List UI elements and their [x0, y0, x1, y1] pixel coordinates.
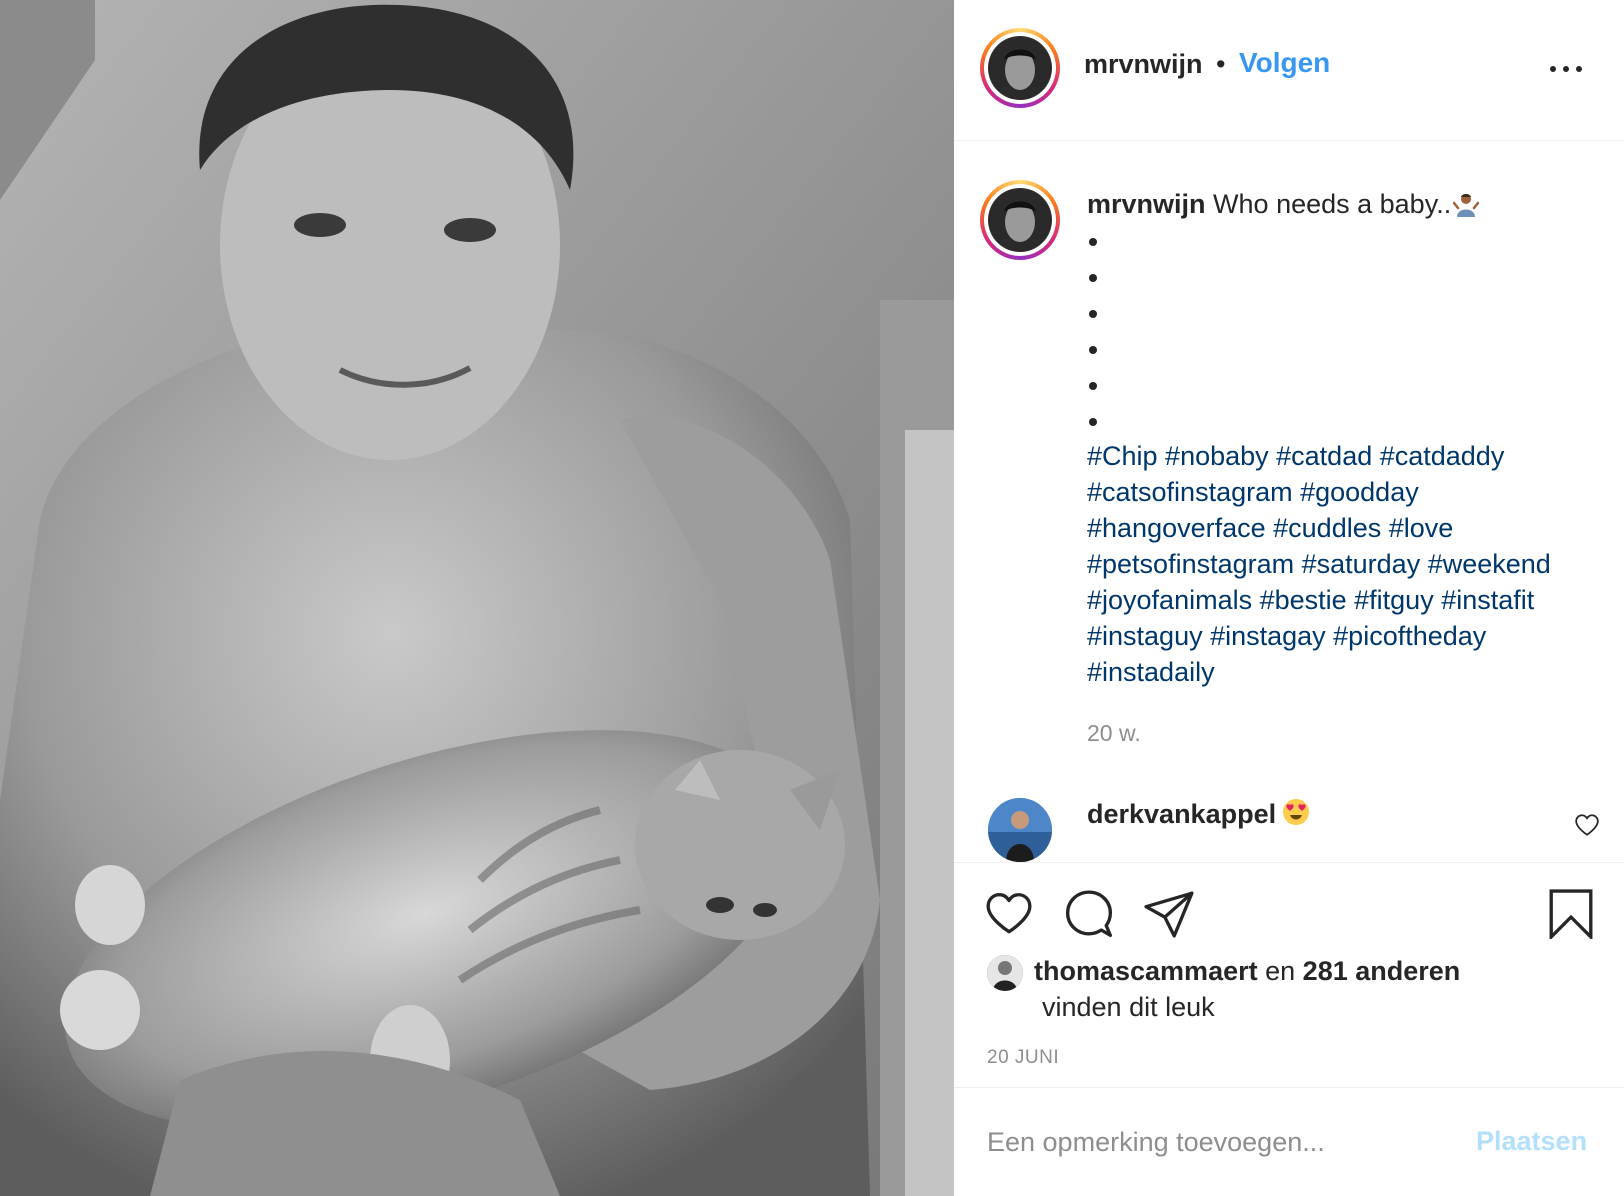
- post-side-panel: mrvnwijn • Volgen mrvnwijn Who needs a b…: [954, 0, 1624, 1196]
- like-heart-icon[interactable]: [984, 889, 1034, 939]
- follow-button[interactable]: Volgen: [1239, 47, 1330, 79]
- liker-username[interactable]: thomascammaert: [1034, 956, 1258, 986]
- liker-avatar[interactable]: [987, 955, 1023, 991]
- caption-bullet: [1087, 222, 1607, 258]
- commenter-avatar-picture: [988, 798, 1052, 862]
- likes-suffix: vinden dit leuk: [1042, 992, 1215, 1022]
- hashtag-line[interactable]: #catsofinstagram #goodday: [1087, 477, 1419, 507]
- liker-avatar-picture: [987, 955, 1023, 991]
- hashtag-line[interactable]: #hangoverface #cuddles #love: [1087, 513, 1453, 543]
- caption-username[interactable]: mrvnwijn: [1087, 189, 1206, 219]
- instagram-post: mrvnwijn • Volgen mrvnwijn Who needs a b…: [0, 0, 1624, 1196]
- heart-eyes-emoji-icon: [1283, 799, 1310, 825]
- likes-others-count[interactable]: 281 anderen: [1303, 956, 1461, 986]
- comments-section[interactable]: mrvnwijn Who needs a baby.. #Chip #nobab…: [954, 142, 1624, 862]
- caption-body: Who needs a baby..: [1213, 189, 1452, 219]
- comment-like-heart-icon[interactable]: [1574, 812, 1600, 838]
- caption-avatar-image: [984, 184, 1056, 256]
- separator-dot: •: [1216, 49, 1226, 79]
- caption-bullet: [1087, 330, 1607, 366]
- caption-bullet: [1087, 258, 1607, 294]
- share-paper-plane-icon[interactable]: [1144, 889, 1194, 939]
- caption-bullet: [1087, 402, 1607, 438]
- post-actions: thomascammaert en 281 anderen vinden dit…: [954, 862, 1624, 1087]
- post-photo-illustration: [0, 0, 954, 1196]
- caption-author-avatar[interactable]: [980, 180, 1060, 260]
- caption-avatar-picture: [988, 188, 1052, 252]
- add-comment-bar: Plaatsen: [954, 1087, 1624, 1196]
- comment-bubble-icon[interactable]: [1064, 889, 1114, 939]
- likes-connector: en: [1265, 956, 1296, 986]
- more-options-icon[interactable]: [1548, 52, 1588, 84]
- hashtag-line[interactable]: #petsofinstagram #saturday #weekend: [1087, 549, 1551, 579]
- hashtag-line[interactable]: #instadaily: [1087, 657, 1215, 687]
- hashtag-line[interactable]: #Chip #nobaby #catdad #catdaddy: [1087, 441, 1504, 471]
- commenter-username-text[interactable]: derkvankappel: [1087, 799, 1276, 829]
- hashtag-line[interactable]: #joyofanimals #bestie #fitguy #instafit: [1087, 585, 1534, 615]
- author-avatar-picture: [988, 36, 1052, 100]
- commenter-username: derkvankappel: [1087, 798, 1310, 830]
- person-shrugging-emoji-icon: [1453, 194, 1480, 217]
- hashtag-list: #Chip #nobaby #catdad #catdaddy #catsofi…: [1087, 438, 1607, 690]
- post-header: mrvnwijn • Volgen: [954, 0, 1624, 141]
- caption-bullet: [1087, 294, 1607, 330]
- caption-age[interactable]: 20 w.: [1087, 720, 1141, 747]
- post-date[interactable]: 20 JUNI: [987, 1047, 1059, 1069]
- comment-input[interactable]: [987, 1116, 1457, 1168]
- post-comment-button[interactable]: Plaatsen: [1476, 1126, 1587, 1157]
- author-username[interactable]: mrvnwijn: [1084, 49, 1203, 80]
- save-bookmark-icon[interactable]: [1546, 889, 1596, 939]
- post-caption: mrvnwijn Who needs a baby.. #Chip #nobab…: [1087, 186, 1607, 690]
- author-avatar-image: [984, 32, 1056, 104]
- hashtag-line[interactable]: #instaguy #instagay #picoftheday: [1087, 621, 1486, 651]
- caption-bullet: [1087, 366, 1607, 402]
- post-photo[interactable]: [0, 0, 954, 1196]
- author-avatar[interactable]: [980, 28, 1060, 108]
- commenter-avatar[interactable]: [988, 798, 1052, 862]
- likes-summary: thomascammaert en 281 anderen: [1034, 956, 1460, 987]
